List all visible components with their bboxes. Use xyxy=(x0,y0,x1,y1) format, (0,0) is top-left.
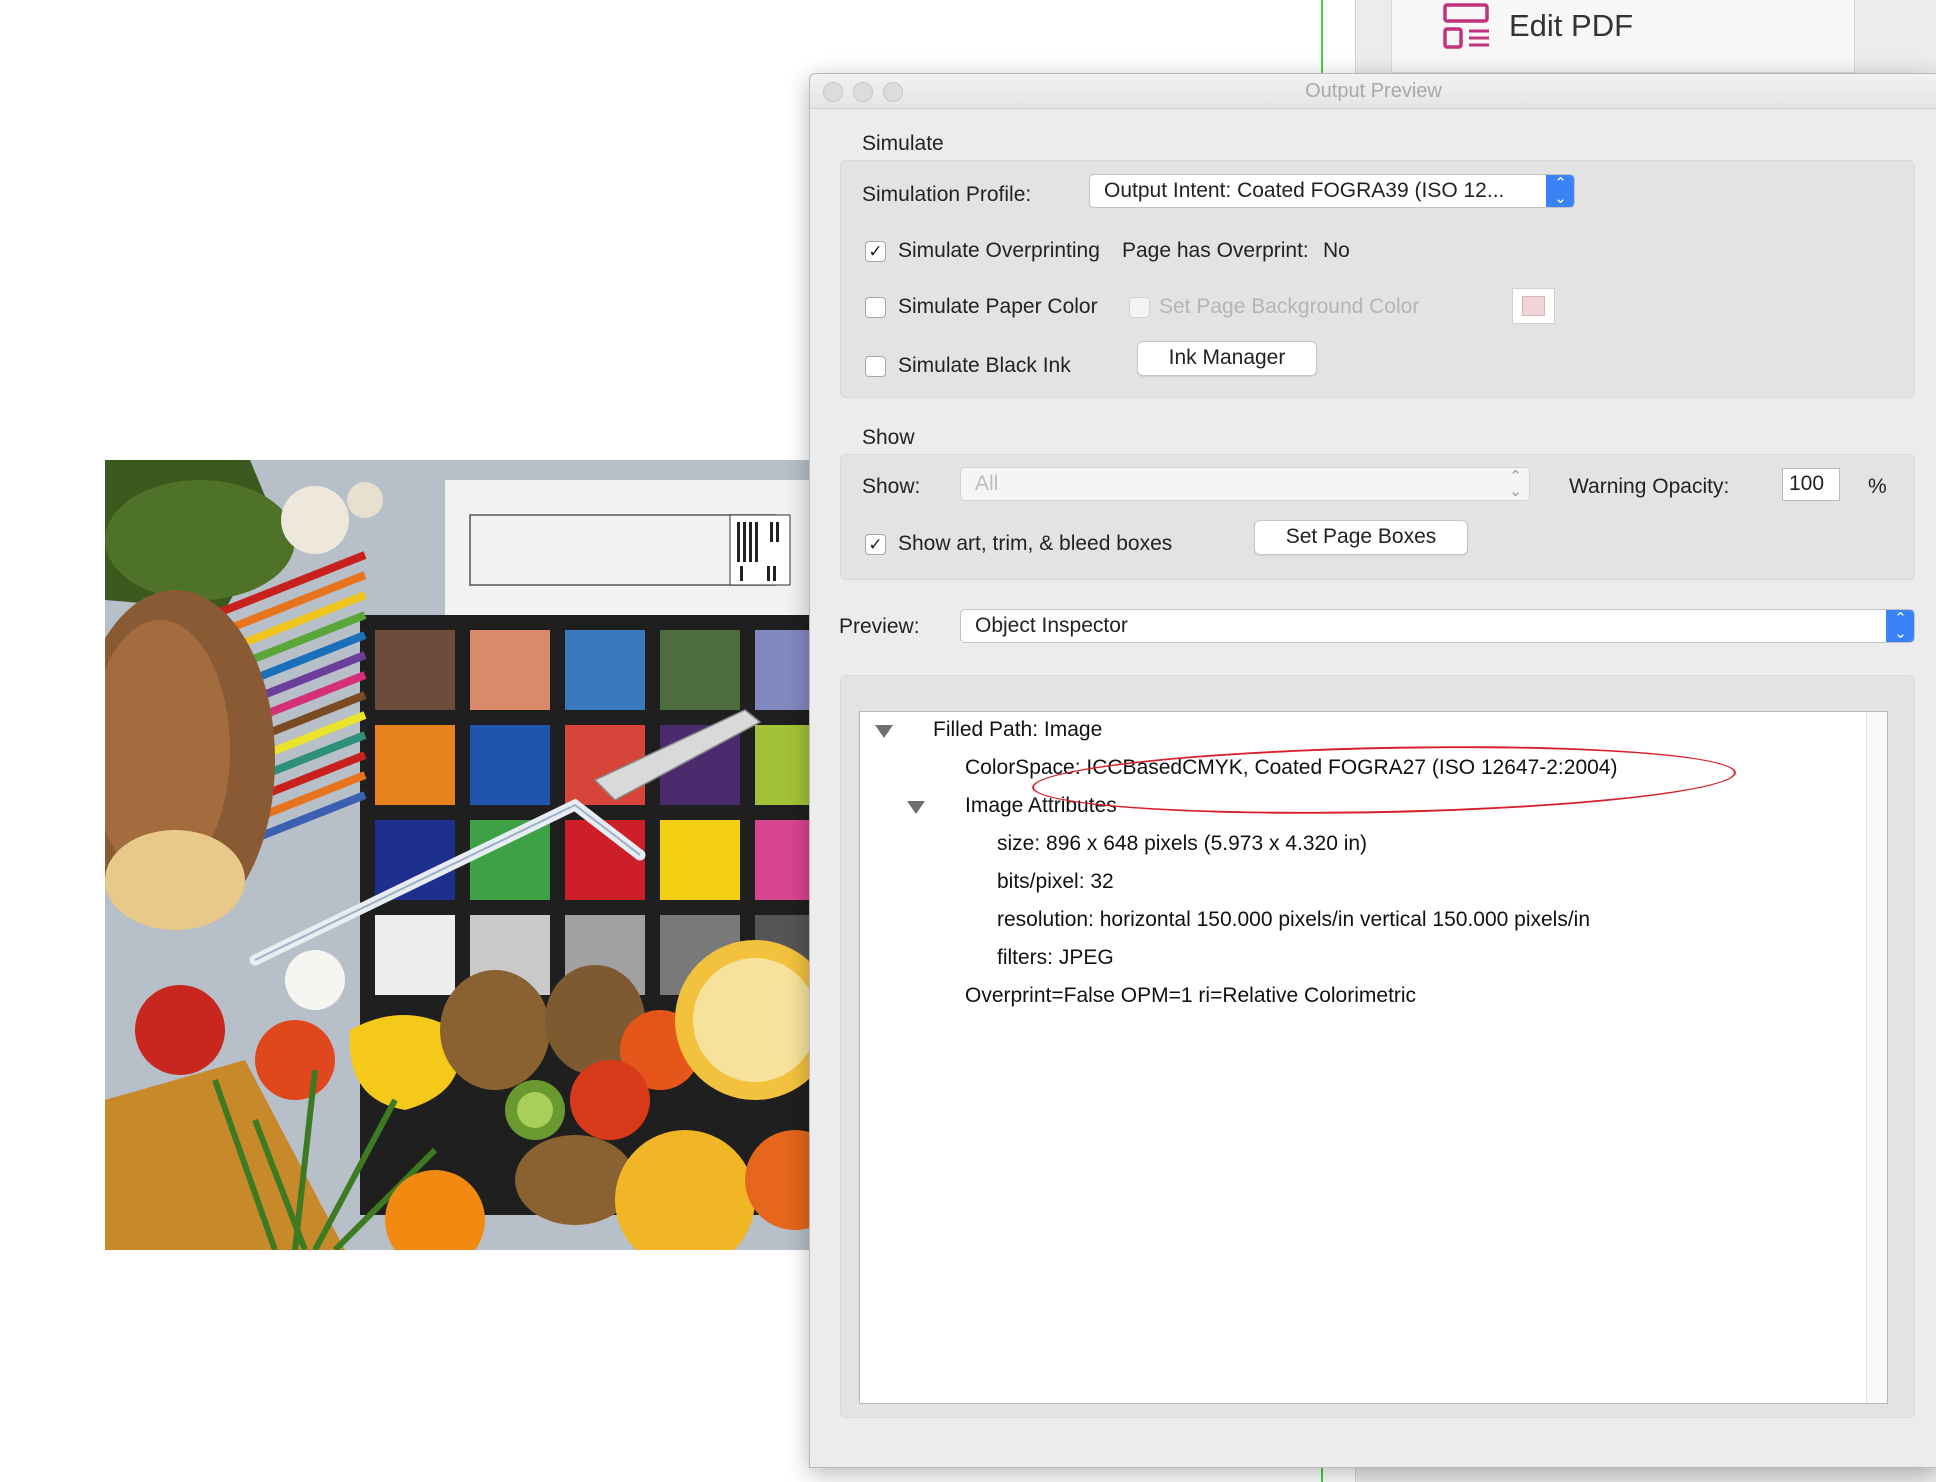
edit-pdf-label[interactable]: Edit PDF xyxy=(1509,8,1633,44)
tree-item-size[interactable]: size: 896 x 648 pixels (5.973 x 4.320 in… xyxy=(997,832,1367,856)
show-label: Show: xyxy=(862,475,921,498)
simulate-paper-color-label: Simulate Paper Color xyxy=(898,295,1098,318)
simulate-section-label: Simulate xyxy=(862,132,944,155)
show-select[interactable]: All ⌃ ⌄ xyxy=(960,467,1530,501)
tree-item-resolution[interactable]: resolution: horizontal 150.000 pixels/in… xyxy=(997,908,1590,932)
edit-pdf-icon[interactable] xyxy=(1443,3,1491,51)
show-stepper-icon: ⌃ ⌄ xyxy=(1509,468,1522,500)
simulate-black-ink-checkbox[interactable] xyxy=(865,356,886,377)
preview-value: Object Inspector xyxy=(975,614,1128,637)
warning-opacity-label: Warning Opacity: xyxy=(1569,475,1730,498)
ink-manager-button[interactable]: Ink Manager xyxy=(1137,341,1317,376)
warning-opacity-input[interactable]: 100 xyxy=(1782,468,1840,501)
preview-select[interactable]: Object Inspector ⌃ ⌄ xyxy=(960,609,1915,643)
tree-item-filled-path[interactable]: Filled Path: Image xyxy=(933,718,1102,742)
tree-item-overprint[interactable]: Overprint=False OPM=1 ri=Relative Colori… xyxy=(965,984,1416,1008)
swatch-color xyxy=(1522,296,1545,316)
dialog-titlebar[interactable]: Output Preview xyxy=(810,74,1936,109)
tree-item-filters[interactable]: filters: JPEG xyxy=(997,946,1114,970)
preview-label: Preview: xyxy=(839,615,920,638)
percent-label: % xyxy=(1868,475,1887,498)
disclosure-triangle-icon[interactable] xyxy=(875,725,893,738)
simulate-group: Simulation Profile: Output Intent: Coate… xyxy=(840,160,1915,398)
page-has-overprint-value: No xyxy=(1323,239,1350,262)
simulate-overprinting-checkbox[interactable]: ✓ xyxy=(865,241,886,262)
show-section-label: Show xyxy=(862,426,915,449)
simulation-profile-value: Output Intent: Coated FOGRA39 (ISO 12... xyxy=(1104,179,1505,202)
select-stepper-icon: ⌃ ⌄ xyxy=(1546,175,1574,207)
simulate-overprinting-label: Simulate Overprinting xyxy=(898,239,1100,262)
set-page-background-color-checkbox[interactable] xyxy=(1129,297,1150,318)
document-image xyxy=(105,460,810,1250)
preview-stepper-icon: ⌃ ⌄ xyxy=(1886,610,1914,642)
set-page-background-color-label: Set Page Background Color xyxy=(1159,295,1420,318)
page-has-overprint-label: Page has Overprint: xyxy=(1122,239,1309,262)
show-boxes-label: Show art, trim, & bleed boxes xyxy=(898,532,1173,555)
object-inspector-tree[interactable]: Filled Path: Image ColorSpace: ICCBasedC… xyxy=(859,711,1888,1404)
show-value: All xyxy=(975,472,999,495)
show-boxes-checkbox[interactable]: ✓ xyxy=(865,534,886,555)
inspector-scrollbar[interactable] xyxy=(1866,712,1887,1403)
simulate-paper-color-checkbox[interactable] xyxy=(865,297,886,318)
background-color-swatch[interactable] xyxy=(1512,288,1555,324)
tree-item-bits[interactable]: bits/pixel: 32 xyxy=(997,870,1114,894)
simulate-black-ink-label: Simulate Black Ink xyxy=(898,354,1071,377)
dialog-title: Output Preview xyxy=(1305,80,1442,102)
simulation-profile-select[interactable]: Output Intent: Coated FOGRA39 (ISO 12...… xyxy=(1089,174,1575,208)
disclosure-triangle-icon[interactable] xyxy=(907,801,925,814)
show-group: Show: All ⌃ ⌄ Warning Opacity: 100 % ✓ Sh… xyxy=(840,454,1915,580)
simulation-profile-label: Simulation Profile: xyxy=(862,183,1032,206)
set-page-boxes-button[interactable]: Set Page Boxes xyxy=(1254,520,1468,555)
